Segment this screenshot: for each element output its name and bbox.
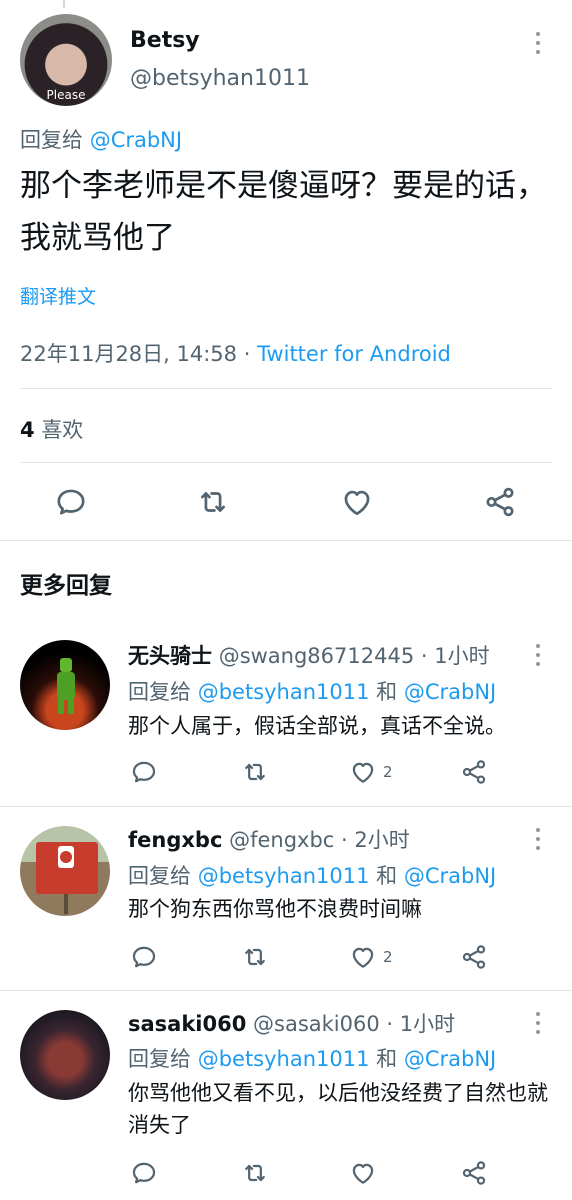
- reply-header: sasaki060 @sasaki060 · 1小时: [128, 1008, 455, 1038]
- avatar[interactable]: [20, 1010, 110, 1100]
- tweet-text: 那个李老师是不是傻逼呀？要是的话，我就骂他了: [20, 168, 547, 256]
- likes-count: 4: [20, 418, 35, 442]
- reply-header: 无头骑士 @swang86712445 · 1小时: [128, 640, 490, 670]
- retweet-icon: [241, 1159, 269, 1187]
- share-button[interactable]: [460, 942, 488, 972]
- retweet-button[interactable]: [241, 942, 269, 972]
- share-button[interactable]: [460, 1158, 488, 1188]
- reply-author-name[interactable]: sasaki060: [128, 1012, 246, 1036]
- share-icon: [460, 1159, 488, 1187]
- avatar-sign: [36, 842, 98, 914]
- mention-link[interactable]: @betsyhan1011: [198, 680, 370, 704]
- like-button[interactable]: [349, 1158, 383, 1188]
- likes-label: 喜欢: [41, 418, 84, 442]
- reply-button[interactable]: [48, 479, 94, 525]
- share-button[interactable]: [460, 757, 488, 787]
- reply-replying-to: 回复给 @betsyhan1011 和 @CrabNJ: [128, 1043, 496, 1073]
- avatar[interactable]: [20, 826, 110, 916]
- heart-icon: [349, 758, 377, 786]
- more-icon[interactable]: [530, 640, 546, 670]
- retweet-button[interactable]: [241, 757, 269, 787]
- reply-author-handle[interactable]: @swang86712445: [219, 644, 415, 668]
- reply-button[interactable]: [130, 942, 158, 972]
- reply-text: 你骂他他又看不见，以后他没经费了自然也就消失了: [128, 1081, 548, 1137]
- share-icon: [483, 485, 517, 519]
- meta-separator: ·: [237, 342, 258, 366]
- like-button[interactable]: 2: [349, 942, 393, 972]
- reply-button[interactable]: [130, 1158, 158, 1188]
- reply-replying-to: 回复给 @betsyhan1011 和 @CrabNJ: [128, 860, 496, 890]
- mention-link[interactable]: @CrabNJ: [90, 128, 182, 152]
- reply-author-handle[interactable]: @fengxbc: [229, 828, 334, 852]
- heart-icon: [349, 943, 377, 971]
- replying-prefix: 回复给: [128, 1047, 191, 1071]
- more-icon[interactable]: [530, 28, 546, 58]
- author-name[interactable]: Betsy: [130, 28, 200, 53]
- like-count: 2: [383, 948, 393, 966]
- more-icon[interactable]: [530, 824, 546, 854]
- mention-link[interactable]: @betsyhan1011: [198, 1047, 370, 1071]
- avatar-figure: [57, 658, 75, 714]
- reply-time: · 1小时: [414, 644, 490, 668]
- retweet-icon: [241, 758, 269, 786]
- retweet-icon: [241, 943, 269, 971]
- timestamp: 22年11月28日, 14:58: [20, 342, 238, 366]
- client-link[interactable]: Twitter for Android: [257, 342, 451, 366]
- mention-link[interactable]: @betsyhan1011: [198, 864, 370, 888]
- avatar[interactable]: [20, 640, 110, 730]
- replying-and: 和: [369, 680, 404, 704]
- heart-icon: [349, 1159, 377, 1187]
- avatar-caption: Please: [46, 88, 86, 102]
- reply-icon: [130, 758, 158, 786]
- likes-stat[interactable]: 4 喜欢: [20, 414, 83, 444]
- reply-time: · 2小时: [334, 828, 410, 852]
- mention-link[interactable]: @CrabNJ: [404, 864, 496, 888]
- reply-divider: [0, 806, 572, 807]
- more-icon[interactable]: [530, 1008, 546, 1038]
- reply-author-name[interactable]: fengxbc: [128, 828, 222, 852]
- thread-line: [63, 0, 65, 8]
- retweet-button[interactable]: [190, 479, 236, 525]
- reply-text: 那个人属于，假话全部说，真话不全说。: [128, 714, 506, 738]
- reply-time: · 1小时: [379, 1012, 456, 1036]
- reply-author-name[interactable]: 无头骑士: [128, 644, 212, 668]
- replying-to: 回复给 @CrabNJ: [20, 124, 182, 154]
- section-divider: [0, 540, 572, 541]
- reply-author-handle[interactable]: @sasaki060: [253, 1012, 380, 1036]
- replying-and: 和: [369, 864, 404, 888]
- replying-prefix: 回复给: [20, 128, 83, 152]
- heart-icon: [340, 485, 374, 519]
- tweet-meta: 22年11月28日, 14:58 · Twitter for Android: [20, 338, 451, 368]
- divider: [20, 462, 552, 463]
- share-button[interactable]: [477, 479, 523, 525]
- replying-prefix: 回复给: [128, 680, 191, 704]
- like-count: 2: [383, 763, 393, 781]
- mention-link[interactable]: @CrabNJ: [404, 1047, 496, 1071]
- translate-link[interactable]: 翻译推文: [20, 282, 96, 309]
- share-icon: [460, 943, 488, 971]
- share-icon: [460, 758, 488, 786]
- replying-prefix: 回复给: [128, 864, 191, 888]
- retweet-button[interactable]: [241, 1158, 269, 1188]
- reply-header: fengxbc @fengxbc · 2小时: [128, 824, 410, 854]
- reply-icon: [130, 1159, 158, 1187]
- reply-icon: [130, 943, 158, 971]
- reply-divider: [0, 990, 572, 991]
- reply-replying-to: 回复给 @betsyhan1011 和 @CrabNJ: [128, 676, 496, 706]
- author-handle[interactable]: @betsyhan1011: [130, 66, 310, 91]
- reply-icon: [54, 485, 88, 519]
- reply-button[interactable]: [130, 757, 158, 787]
- like-button[interactable]: [334, 479, 380, 525]
- divider: [20, 388, 552, 389]
- section-title: 更多回复: [20, 573, 112, 599]
- mention-link[interactable]: @CrabNJ: [404, 680, 496, 704]
- retweet-icon: [196, 485, 230, 519]
- replying-and: 和: [369, 1047, 404, 1071]
- avatar[interactable]: Please: [20, 14, 112, 106]
- like-button[interactable]: 2: [349, 757, 393, 787]
- reply-text: 那个狗东西你骂他不浪费时间嘛: [128, 897, 422, 921]
